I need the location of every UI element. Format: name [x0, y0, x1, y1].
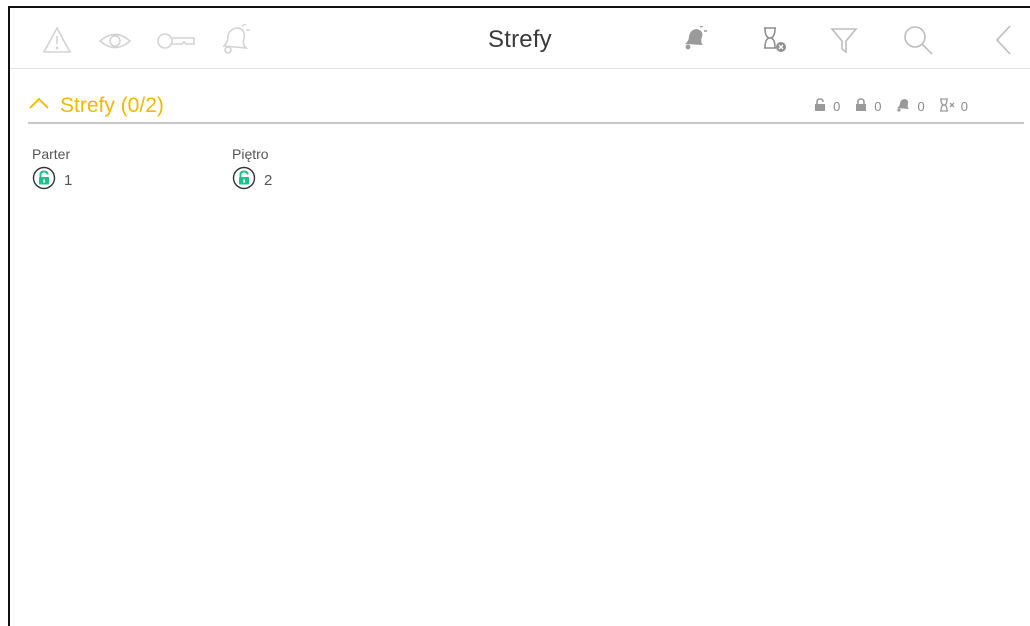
hourglass-icon: [939, 98, 955, 115]
status-counts: 0 0 0 0: [813, 98, 968, 115]
zone-item-parter[interactable]: Parter 1: [32, 146, 72, 195]
eye-icon[interactable]: [98, 30, 132, 52]
alarm-bell-icon[interactable]: [682, 26, 708, 52]
zone-name: Piętro: [232, 146, 269, 162]
zone-number: 1: [64, 172, 73, 189]
back-icon[interactable]: [994, 24, 1014, 56]
top-toolbar: Strefy: [10, 8, 1030, 69]
alarm-count-value: 0: [917, 99, 925, 114]
app-frame: Strefy Strefy (0/2) 0 0 0 0 Parter 1 Pię…: [8, 6, 1030, 626]
search-icon[interactable]: [902, 24, 934, 56]
zone-item-pietro[interactable]: Piętro 2: [232, 146, 272, 195]
zone-unlocked-icon[interactable]: [232, 166, 256, 195]
alarm-icon: [896, 98, 912, 115]
chevron-up-icon[interactable]: [28, 96, 50, 115]
key-icon[interactable]: [156, 30, 196, 52]
unlocked-count: 0: [813, 98, 840, 115]
bell-outline-icon[interactable]: [218, 24, 252, 56]
locked-icon: [854, 98, 868, 115]
zone-unlocked-icon[interactable]: [32, 166, 56, 195]
warning-icon[interactable]: [42, 26, 72, 54]
locked-count: 0: [854, 98, 882, 115]
page-title: Strefy: [488, 26, 552, 53]
unlocked-count-value: 0: [833, 99, 841, 114]
section-title[interactable]: Strefy (0/2): [60, 94, 164, 118]
filter-icon[interactable]: [830, 26, 858, 54]
unlocked-icon: [813, 98, 827, 115]
hourglass-count: 0: [939, 98, 968, 115]
zone-number: 2: [264, 172, 273, 189]
alarm-count: 0: [896, 98, 925, 115]
hourglass-count-value: 0: [960, 99, 968, 114]
hourglass-x-icon[interactable]: [762, 26, 788, 54]
zone-name: Parter: [32, 146, 71, 162]
zones-section-header[interactable]: Strefy (0/2) 0 0 0 0: [28, 92, 1024, 124]
locked-count-value: 0: [874, 99, 882, 114]
